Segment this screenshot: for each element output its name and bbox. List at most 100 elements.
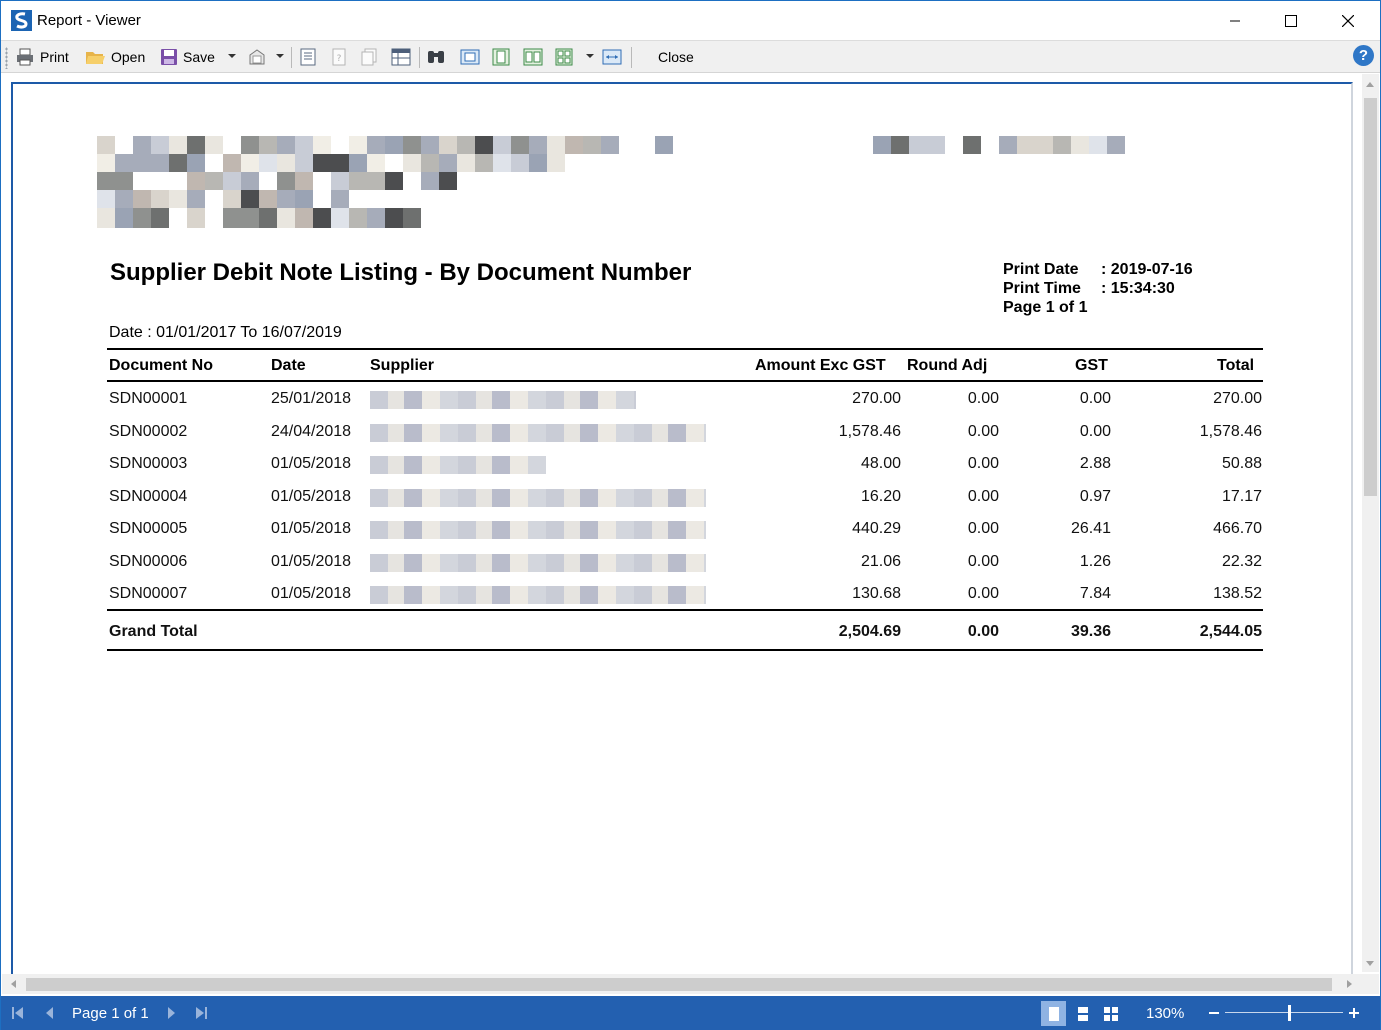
redacted-pixel — [349, 208, 367, 228]
zoom-in-icon[interactable] — [1348, 1006, 1360, 1025]
open-button[interactable]: Open — [85, 45, 145, 69]
save-dropdown-arrow-icon[interactable] — [228, 54, 236, 58]
toolbar: Print Open Save ? Close — [1, 40, 1380, 73]
bookmarks-button[interactable] — [299, 45, 317, 69]
redacted-pixel — [295, 154, 313, 172]
redacted-pixel — [385, 136, 403, 154]
col-header-supplier: Supplier — [370, 357, 435, 374]
print-button[interactable]: Print — [15, 45, 69, 69]
col-header-total: Total — [1217, 357, 1255, 374]
print-time-label: Print Time — [1003, 280, 1081, 297]
redacted-pixel — [241, 154, 259, 172]
last-page-icon[interactable] — [194, 1006, 208, 1025]
save-button[interactable]: Save — [160, 45, 215, 69]
col-header-amount: Amount Exc GST — [755, 357, 886, 374]
row-gst: 7.84 — [1079, 585, 1111, 602]
page-grid-button[interactable] — [555, 45, 573, 69]
header-bottom-rule — [107, 380, 1263, 382]
toolbar-grip[interactable] — [5, 47, 8, 69]
redacted-pixel — [403, 208, 421, 228]
redacted-pixel — [331, 172, 349, 190]
row-round-adj: 0.00 — [967, 390, 999, 407]
redacted-pixel — [349, 154, 367, 172]
redacted-pixel — [97, 154, 115, 172]
redacted-supplier-name — [370, 488, 706, 507]
redacted-pixel — [223, 172, 241, 190]
close-button[interactable]: Close — [658, 45, 694, 69]
editor-button[interactable] — [391, 45, 411, 69]
vertical-scrollbar-thumb[interactable] — [1364, 98, 1377, 496]
redacted-pixel — [583, 136, 601, 154]
col-header-gst: GST — [1075, 357, 1108, 374]
zoom-slider-thumb[interactable] — [1288, 1005, 1291, 1021]
redacted-pixel — [547, 136, 565, 154]
scroll-left-arrow-icon[interactable] — [11, 980, 16, 988]
zoom-slider-track[interactable] — [1225, 1012, 1343, 1013]
row-date: 01/05/2018 — [271, 487, 352, 505]
find-button[interactable] — [426, 45, 446, 69]
multi-page-view-button[interactable] — [1098, 1001, 1123, 1026]
send-dropdown-arrow-icon[interactable] — [276, 54, 284, 58]
scroll-down-arrow-icon[interactable] — [1366, 961, 1374, 966]
redacted-supplier-name — [370, 391, 636, 409]
row-date: 01/05/2018 — [271, 552, 352, 570]
row-total: 17.17 — [1221, 487, 1262, 505]
redacted-pixel — [187, 136, 205, 154]
help-document-icon: ? — [330, 48, 348, 66]
row-gst: 26.41 — [1070, 520, 1111, 537]
page-width-button[interactable] — [602, 45, 622, 69]
scroll-up-arrow-icon[interactable] — [1366, 82, 1374, 87]
grand-total-round-adj: 0.00 — [967, 623, 999, 640]
redacted-pixel — [927, 136, 945, 154]
row-date: 25/01/2018 — [271, 390, 352, 407]
first-page-icon[interactable] — [11, 1006, 25, 1025]
row-total: 1,578.46 — [1199, 422, 1262, 440]
single-page-button[interactable] — [460, 45, 480, 69]
previous-page-icon[interactable] — [43, 1006, 57, 1025]
row-amount: 270.00 — [852, 390, 901, 407]
redacted-pixel — [511, 154, 529, 172]
row-total: 138.52 — [1213, 585, 1262, 602]
minimize-button[interactable] — [1212, 1, 1258, 40]
grand-total-total: 2,544.05 — [1199, 623, 1262, 640]
redacted-pixel — [1035, 136, 1053, 154]
redacted-pixel — [133, 208, 151, 228]
close-window-button[interactable] — [1325, 1, 1371, 40]
row-round-adj: 0.00 — [967, 422, 999, 440]
send-button[interactable] — [247, 45, 267, 69]
row-round-adj: 0.00 — [967, 520, 999, 537]
redacted-pixel — [873, 136, 891, 154]
redacted-pixel — [187, 154, 205, 172]
help-icon[interactable]: ? — [1353, 45, 1374, 66]
redacted-pixel — [205, 136, 223, 154]
single-page-view-button[interactable] — [1041, 1001, 1066, 1026]
multiple-pages-button[interactable] — [523, 45, 543, 69]
row-total: 50.88 — [1221, 455, 1262, 472]
row-gst: 2.88 — [1079, 455, 1111, 472]
row-gst: 0.00 — [1079, 390, 1111, 407]
row-round-adj: 0.00 — [967, 487, 999, 505]
app-logo-icon — [11, 10, 32, 31]
continuous-page-button[interactable] — [492, 45, 510, 69]
thumbnails-button[interactable] — [360, 45, 378, 69]
fit-width-icon — [602, 48, 622, 66]
row-doc-no: SDN00001 — [109, 390, 188, 407]
redacted-pixel — [909, 136, 927, 154]
page-grid-dropdown-arrow-icon[interactable] — [586, 54, 594, 58]
maximize-button[interactable] — [1268, 1, 1314, 40]
report-viewer-area: Supplier Debit Note Listing - By Documen… — [2, 74, 1379, 995]
scroll-right-arrow-icon[interactable] — [1347, 980, 1352, 988]
horizontal-scrollbar-thumb[interactable] — [26, 978, 1332, 991]
row-amount: 440.29 — [852, 520, 901, 537]
zoom-out-icon[interactable] — [1208, 1006, 1220, 1025]
zoom-level: 130% — [1146, 1005, 1185, 1022]
redacted-pixel — [313, 136, 331, 154]
row-date: 01/05/2018 — [271, 520, 352, 537]
continuous-view-button[interactable] — [1070, 1001, 1095, 1026]
redacted-pixel — [115, 154, 133, 172]
redacted-pixel — [457, 136, 475, 154]
parameters-button[interactable]: ? — [330, 45, 348, 69]
row-gst: 1.26 — [1079, 552, 1111, 570]
next-page-icon[interactable] — [164, 1006, 178, 1025]
save-label: Save — [183, 49, 215, 65]
